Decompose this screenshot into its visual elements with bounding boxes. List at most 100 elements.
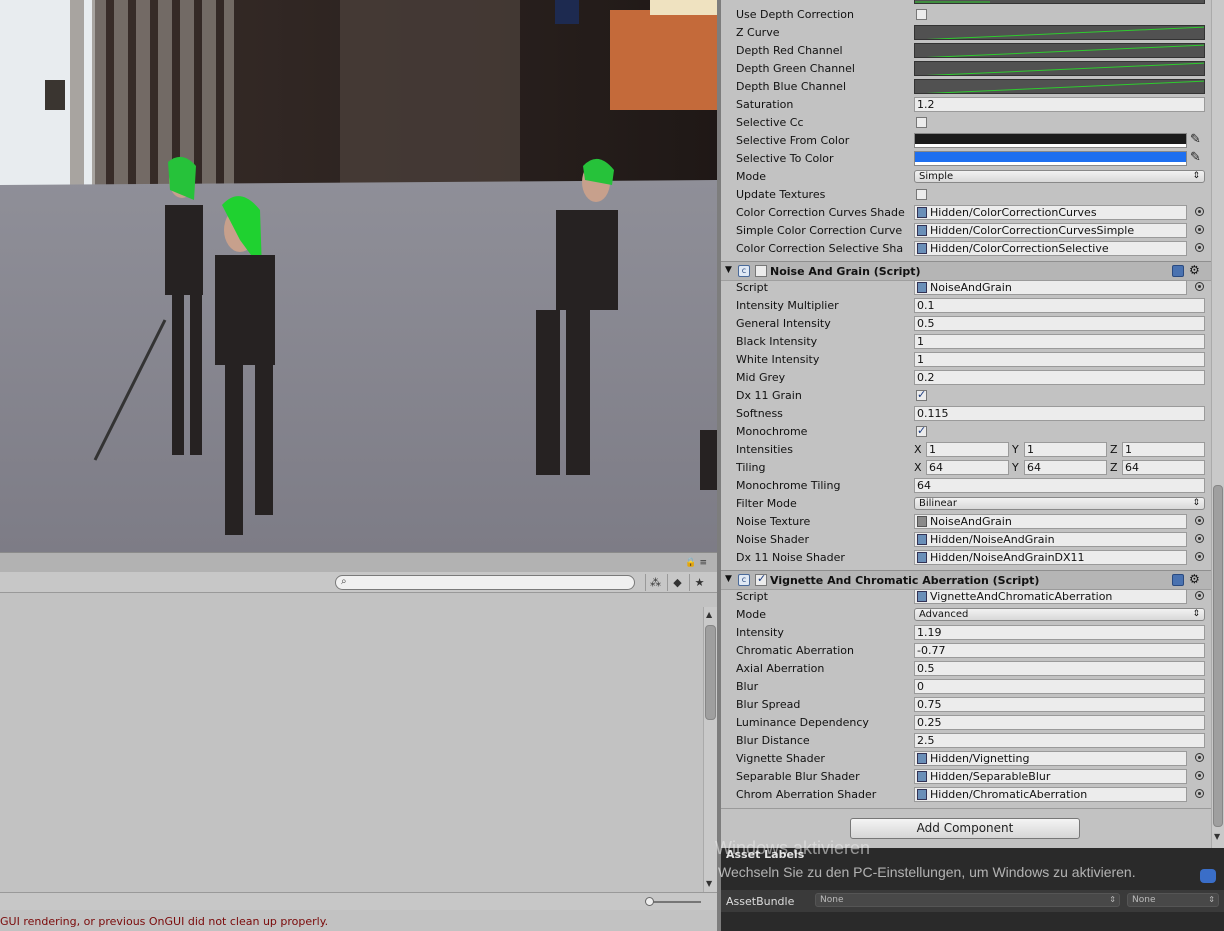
color-correction-curves-shade-object-field[interactable]: Hidden/ColorCorrectionCurves <box>914 205 1187 220</box>
zoom-slider-knob[interactable] <box>645 897 654 906</box>
dx-11-noise-shader-object-field[interactable]: Hidden/NoiseAndGrainDX11 <box>914 550 1187 565</box>
help-icon[interactable] <box>1172 265 1184 277</box>
mid-grey-field[interactable]: 0.2 <box>914 370 1205 385</box>
scrollbar-thumb[interactable] <box>1213 485 1223 827</box>
gear-icon[interactable]: ⚙ <box>1189 572 1200 586</box>
tiling-x-field[interactable]: 64 <box>926 460 1009 475</box>
object-picker-icon[interactable] <box>1195 591 1204 600</box>
monochrome-checkbox[interactable] <box>916 424 927 437</box>
help-icon[interactable] <box>1172 574 1184 586</box>
mode-dropdown[interactable]: Advanced ⇕ <box>914 608 1205 621</box>
separable-blur-shader-object-field[interactable]: Hidden/SeparableBlur <box>914 769 1187 784</box>
lock-icon[interactable]: 🔒 ≡ <box>685 558 707 568</box>
black-intensity-row: Black Intensity 1 <box>721 333 1211 351</box>
object-picker-icon[interactable] <box>1195 243 1204 252</box>
star-icon[interactable]: ★ <box>689 574 709 591</box>
intensity-multiplier-field[interactable]: 0.1 <box>914 298 1205 313</box>
component-enabled-checkbox[interactable] <box>755 572 767 586</box>
object-picker-icon[interactable] <box>1195 225 1204 234</box>
scroll-down-icon[interactable]: ▼ <box>706 879 712 888</box>
search-input[interactable]: ⌕ <box>335 575 635 590</box>
depth-green-channel-curve[interactable] <box>914 61 1205 76</box>
update-textures-checkbox[interactable] <box>916 189 927 200</box>
tiling-z-field[interactable]: 64 <box>1122 460 1205 475</box>
intensities-y-component: Y1 <box>1012 442 1107 457</box>
foldout-arrow-icon[interactable]: ▼ <box>725 574 732 584</box>
blur-distance-field[interactable]: 2.5 <box>914 733 1205 748</box>
general-intensity-field[interactable]: 0.5 <box>914 316 1205 331</box>
monochrome-tiling-field[interactable]: 64 <box>914 478 1205 493</box>
inspector-scrollbar[interactable]: ▼ <box>1211 0 1224 848</box>
project-list[interactable] <box>0 607 703 892</box>
dx-11-grain-checkbox[interactable] <box>916 388 927 401</box>
zoom-slider-track[interactable] <box>648 901 701 903</box>
asset-bundle-variant-dropdown[interactable]: None ⇕ <box>1127 893 1219 907</box>
object-picker-icon[interactable] <box>1195 207 1204 216</box>
object-picker-icon[interactable] <box>1195 753 1204 762</box>
chrom-aberration-shader-object-field[interactable]: Hidden/ChromaticAberration <box>914 787 1187 802</box>
tiling-y-field[interactable]: 64 <box>1024 460 1107 475</box>
add-component-button[interactable]: Add Component <box>850 818 1080 839</box>
object-picker-icon[interactable] <box>1195 552 1204 561</box>
tag-icon[interactable] <box>1200 869 1216 883</box>
blur-spread-field[interactable]: 0.75 <box>914 697 1205 712</box>
intensities-x-field[interactable]: 1 <box>926 442 1009 457</box>
scroll-down-icon[interactable]: ▼ <box>1214 832 1220 841</box>
saturation-field[interactable]: 1.2 <box>914 97 1205 112</box>
shader-icon <box>917 225 927 236</box>
mid-grey-row: Mid Grey 0.2 <box>721 369 1211 387</box>
object-picker-icon[interactable] <box>1195 771 1204 780</box>
script-object-field[interactable]: NoiseAndGrain <box>914 280 1187 295</box>
selective-to-color-color-field[interactable] <box>914 151 1187 166</box>
selective-from-color-color-field[interactable] <box>914 133 1187 148</box>
mode-dropdown[interactable]: Simple ⇕ <box>914 170 1205 183</box>
filter-mode-dropdown[interactable]: Bilinear ⇕ <box>914 497 1205 510</box>
object-picker-icon[interactable] <box>1195 534 1204 543</box>
tag-icon[interactable]: ◆ <box>667 574 687 591</box>
project-scrollbar[interactable]: ▲ ▼ <box>703 607 717 892</box>
noise-and-grain-script-header[interactable]: ▼ c Noise And Grain (Script) ⚙ <box>721 261 1211 281</box>
intensity-multiplier-row: Intensity Multiplier 0.1 <box>721 297 1211 315</box>
foldout-arrow-icon[interactable]: ▼ <box>725 265 732 275</box>
scroll-up-icon[interactable]: ▲ <box>706 610 712 619</box>
black-intensity-field[interactable]: 1 <box>914 334 1205 349</box>
noise-shader-object-field[interactable]: Hidden/NoiseAndGrain <box>914 532 1187 547</box>
property-label: Depth Blue Channel <box>736 80 846 93</box>
gear-icon[interactable]: ⚙ <box>1189 263 1200 277</box>
chromatic-aberration-field[interactable]: -0.77 <box>914 643 1205 658</box>
eyedropper-icon[interactable]: ✎ <box>1190 150 1201 165</box>
noise-texture-object-field[interactable]: NoiseAndGrain <box>914 514 1187 529</box>
depth-red-channel-curve[interactable] <box>914 43 1205 58</box>
scene-view[interactable] <box>0 0 717 552</box>
vignette-and-chromatic-aberration-script-header[interactable]: ▼ c Vignette And Chromatic Aberration (Scr… <box>721 570 1211 590</box>
tiling-z-component: Z 64 <box>1110 460 1205 475</box>
intensities-z-field[interactable]: 1 <box>1122 442 1205 457</box>
luminance-dependency-field[interactable]: 0.25 <box>914 715 1205 730</box>
axial-aberration-field[interactable]: 0.5 <box>914 661 1205 676</box>
scrollbar-thumb[interactable] <box>705 625 716 720</box>
color-correction-selective-sha-object-field[interactable]: Hidden/ColorCorrectionSelective <box>914 241 1187 256</box>
property-label: Intensity <box>736 626 784 639</box>
blue-channel-curve[interactable] <box>914 0 1205 4</box>
blur-field[interactable]: 0 <box>914 679 1205 694</box>
object-picker-icon[interactable] <box>1195 516 1204 525</box>
intensities-y-field[interactable]: 1 <box>1024 442 1107 457</box>
object-picker-icon[interactable] <box>1195 789 1204 798</box>
use-depth-correction-checkbox[interactable] <box>916 9 927 20</box>
object-picker-icon[interactable] <box>1195 282 1204 291</box>
object-name: VignetteAndChromaticAberration <box>930 590 1113 603</box>
status-bar-message[interactable]: GUI rendering, or previous OnGUI did not… <box>0 910 717 931</box>
vignette-shader-object-field[interactable]: Hidden/Vignetting <box>914 751 1187 766</box>
component-enabled-checkbox[interactable] <box>755 265 767 277</box>
softness-field[interactable]: 0.115 <box>914 406 1205 421</box>
z-curve-curve[interactable] <box>914 25 1205 40</box>
white-intensity-field[interactable]: 1 <box>914 352 1205 367</box>
script-object-field[interactable]: VignetteAndChromaticAberration <box>914 589 1187 604</box>
simple-color-correction-curve-object-field[interactable]: Hidden/ColorCorrectionCurvesSimple <box>914 223 1187 238</box>
depth-blue-channel-curve[interactable] <box>914 79 1205 94</box>
filter-icon[interactable]: ⁂ <box>645 574 665 591</box>
selective-cc-checkbox[interactable] <box>916 117 927 128</box>
intensity-field[interactable]: 1.19 <box>914 625 1205 640</box>
eyedropper-icon[interactable]: ✎ <box>1190 132 1201 147</box>
asset-bundle-dropdown[interactable]: None ⇕ <box>815 893 1120 907</box>
